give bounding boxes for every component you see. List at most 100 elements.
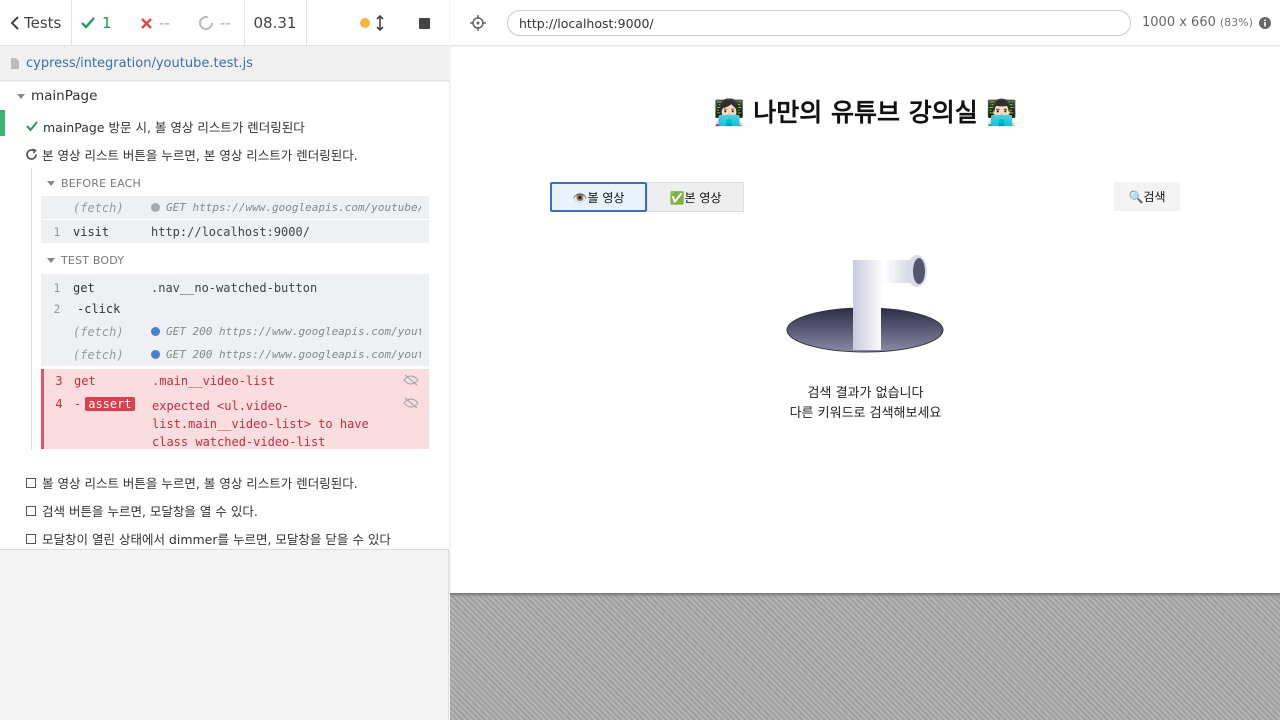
reporter-panel: Tests 1 -- -- 08.31 cypress/integration/… (0, 0, 449, 720)
command-row[interactable]: 1 visit http://localhost:9000/ (41, 220, 429, 243)
circle-notch-icon (199, 16, 213, 30)
suite-header[interactable]: mainPage (17, 88, 97, 104)
message-line: expected <ul.video- (152, 399, 290, 413)
test-title: 검색 버튼을 누르면, 모달창을 열 수 있다. (42, 504, 258, 519)
assert-badge: assert (85, 397, 135, 411)
command-row[interactable]: 4 - assert expected <ul.video- list.main_… (44, 397, 429, 451)
checkbox-icon (26, 533, 36, 544)
passed-indicator-bar (0, 110, 5, 136)
test-body-label: TEST BODY (61, 254, 125, 267)
command-row[interactable]: (fetch) GET 200 https://www.googleapis.c… (41, 320, 429, 343)
command-row[interactable]: 2 -click (41, 297, 151, 320)
command-row[interactable]: 1 get .nav__no-watched-button (41, 278, 318, 297)
command-number: 4 (55, 397, 63, 411)
test-item[interactable]: 검색 버튼을 누르면, 모달창을 열 수 있다. (26, 501, 258, 520)
command-number: 1 (53, 224, 61, 239)
tests-label: Tests (24, 14, 62, 32)
empty-result-periscope-icon (786, 255, 944, 353)
failed-commands: 3 get .main__video-list 4 - assert expect… (41, 369, 429, 449)
command-name: visit (73, 224, 110, 239)
xhr-dot-icon (151, 327, 160, 336)
pending-count: -- (220, 14, 231, 32)
aut-header: http://localhost:9000/ 1000 x 660 (83%) (450, 0, 1280, 46)
command-message: GET https://www.googleapis.com/youtube/v… (166, 201, 421, 214)
command-name: (fetch) (73, 347, 124, 362)
stop-icon (419, 17, 430, 29)
spec-file-bar[interactable]: cypress/integration/youtube.test.js (0, 46, 449, 81)
running-indicator[interactable] (360, 0, 390, 46)
test-item[interactable]: 모달창이 열린 상태에서 dimmer를 누르면, 모달창을 닫을 수 있다 (26, 529, 391, 548)
stop-button[interactable] (410, 0, 440, 46)
x-icon (141, 17, 152, 29)
test-item[interactable]: 본 영상 리스트 버튼을 누르면, 본 영상 리스트가 렌더링된다. (25, 145, 358, 164)
command-message: .nav__no-watched-button (151, 280, 318, 295)
eye-slash-icon (403, 397, 419, 409)
command-name: -click (77, 301, 121, 316)
viewport-size: 1000 x 660 (1142, 15, 1216, 30)
test-item[interactable]: 볼 영상 리스트 버튼을 누르면, 볼 영상 리스트가 렌더링된다. (26, 473, 358, 492)
passed-count: 1 (102, 14, 112, 32)
message-line: list.main__video-list> to have (152, 417, 369, 431)
command-row[interactable]: (fetch) GET https://www.googleapis.com/y… (41, 196, 429, 219)
viewport-info[interactable]: 1000 x 660 (83%) (1142, 15, 1271, 30)
pending-stat: -- (198, 0, 248, 46)
failed-count: -- (159, 14, 170, 32)
test-body-header[interactable]: TEST BODY (47, 254, 124, 267)
xhr-dot-icon (151, 350, 160, 359)
message-line: class watched-video-list (152, 435, 326, 449)
command-prefix: - (74, 397, 82, 411)
command-name: (fetch) (73, 200, 124, 215)
file-icon (11, 57, 19, 69)
app-under-test: 👩🏻‍💻 나만의 유튜브 강의실 👨🏻‍💻 👁️볼 영상 ✅본 영상 🔍검색 검… (451, 47, 1280, 593)
command-number: 3 (55, 374, 63, 388)
search-button[interactable]: 🔍검색 (1114, 182, 1180, 211)
test-title: 모달창이 열린 상태에서 dimmer를 누르면, 모달창을 닫을 수 있다 (42, 532, 391, 547)
passed-stat: 1 (80, 0, 130, 46)
spec-path[interactable]: cypress/integration/youtube.test.js (26, 56, 253, 71)
duration-timer: 08.31 (253, 14, 297, 32)
command-group: 1 get .nav__no-watched-button 2 -click (41, 274, 429, 320)
tests-button[interactable]: Tests (0, 0, 71, 46)
test-title: 본 영상 리스트 버튼을 누르면, 본 영상 리스트가 렌더링된다. (42, 148, 358, 163)
command-message: GET 200 https://www.googleapis.com/youtu… (166, 348, 421, 361)
pending-dot-icon (151, 203, 160, 212)
test-title: 볼 영상 리스트 버튼을 누르면, 볼 영상 리스트가 렌더링된다. (42, 476, 358, 491)
checkbox-icon (26, 505, 36, 516)
check-icon (81, 17, 95, 29)
test-title: mainPage 방문 시, 볼 영상 리스트가 렌더링된다 (43, 120, 305, 135)
suite-title: mainPage (31, 88, 98, 104)
command-number: 2 (53, 301, 61, 316)
before-each-label: BEFORE EACH (61, 177, 142, 190)
viewport-scale: (83%) (1219, 16, 1253, 29)
eye-slash-icon (403, 374, 419, 386)
aut-background (450, 593, 1280, 720)
caret-down-icon (17, 93, 25, 99)
app-title: 👩🏻‍💻 나만의 유튜브 강의실 👨🏻‍💻 (713, 98, 1018, 127)
watch-later-button[interactable]: 👁️볼 영상 (550, 182, 647, 212)
command-row[interactable]: (fetch) GET 200 https://www.googleapis.c… (41, 343, 429, 366)
auto-scroll-arrows-icon (376, 15, 384, 31)
command-message: GET 200 https://www.googleapis.com/youtu… (166, 325, 421, 338)
refresh-icon (26, 148, 37, 160)
empty-message-hint: 다른 키워드로 검색해보세요 (789, 406, 942, 421)
command-row[interactable]: 3 get .main__video-list (44, 374, 429, 388)
url-bar[interactable]: http://localhost:9000/ (507, 10, 1131, 36)
runnables-list: mainPage mainPage 방문 시, 볼 영상 리스트가 렌더링된다 … (0, 82, 449, 550)
caret-down-icon (47, 181, 55, 186)
command-number: 1 (53, 280, 61, 295)
command-message: .main__video-list (152, 374, 275, 388)
command-message: http://localhost:9000/ (151, 224, 310, 239)
test-item[interactable]: mainPage 방문 시, 볼 영상 리스트가 렌더링된다 (26, 117, 305, 136)
watched-button[interactable]: ✅본 영상 (647, 182, 744, 212)
info-icon (1258, 16, 1271, 29)
reporter-header: Tests 1 -- -- 08.31 (0, 0, 449, 46)
before-each-header[interactable]: BEFORE EACH (47, 177, 141, 190)
status-dot-icon (360, 18, 370, 28)
chevron-left-icon (10, 16, 19, 30)
check-icon (26, 121, 38, 132)
command-message: expected <ul.video- list.main__video-lis… (152, 397, 369, 451)
command-name: (fetch) (73, 324, 124, 339)
command-name: get (73, 280, 95, 295)
command-name: get (74, 374, 96, 388)
selector-playground-icon[interactable] (470, 15, 486, 31)
